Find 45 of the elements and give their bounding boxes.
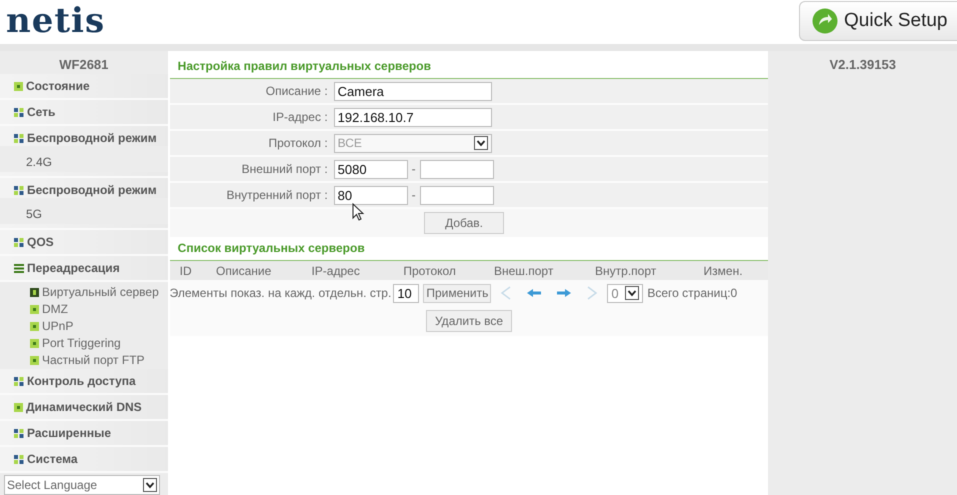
submenu-item[interactable]: Частный порт FTP [30,352,168,368]
input-field[interactable]: Camera [334,82,492,100]
column-header: Внеш.порт [492,264,554,278]
logo: netis [5,0,106,40]
column-header: Измен. [702,264,744,278]
page-total: Всего страниц:0 [647,286,738,300]
submenu-item[interactable]: Виртуальный сервер [30,284,168,300]
field-label: IP-адрес : [272,110,329,124]
column-header: Описание [215,264,272,278]
input-field[interactable]: 192.168.10.7 [334,108,492,126]
page-select[interactable]: 0 [607,284,644,302]
sidebar-item[interactable]: Переадресация [0,256,168,282]
language-select[interactable]: Select Language [4,475,160,495]
delete-all-button[interactable]: Удалить все [426,310,512,332]
field-label: Внутренний порт : [225,188,329,202]
model-name: WF2681 [58,56,110,74]
sidebar-item[interactable]: Сеть [0,100,168,126]
sidebar-item[interactable]: Система [0,447,168,473]
field-label: Внешний порт : [240,162,329,176]
range-separator: - [410,162,417,176]
quick-setup-button[interactable]: Quick Setup [799,1,957,41]
submenu-item[interactable]: UPnP [30,318,168,334]
range-separator: - [410,188,417,202]
sidebar-item[interactable]: Расширенные [0,421,168,447]
sidebar-item[interactable]: Динамический DNS [0,395,168,421]
sidebar-item[interactable]: Состояние [0,74,168,100]
sidebar-item[interactable]: Контроль доступа [0,369,168,395]
version-label: V2.1.39153 [828,56,897,72]
sidebar-item[interactable]: Беспроводной режим 2.4G [0,126,168,178]
per-page-field[interactable]: 10 [393,284,420,302]
column-header: Внутр.порт [594,264,658,278]
sidebar-item[interactable]: QOS [0,230,168,256]
submenu-item[interactable]: Port Triggering [30,335,168,351]
input-field[interactable]: 80 [334,186,408,204]
apply-button[interactable]: Применить [423,284,492,302]
input-field[interactable]: 5080 [334,160,408,178]
submenu-item[interactable]: DMZ [30,301,168,317]
column-header: ID [178,264,193,278]
add-button[interactable]: Добав. [424,212,504,234]
column-header: Протокол [402,264,457,278]
sidebar-item[interactable]: Беспроводной режим 5G [0,178,168,230]
field-label: Описание : [264,84,329,98]
pager-label: Элементы показ. на кажд. отдельн. стр. [170,286,392,300]
column-header: IP-адрес [310,264,361,278]
field-label: Протокол : [267,136,329,150]
